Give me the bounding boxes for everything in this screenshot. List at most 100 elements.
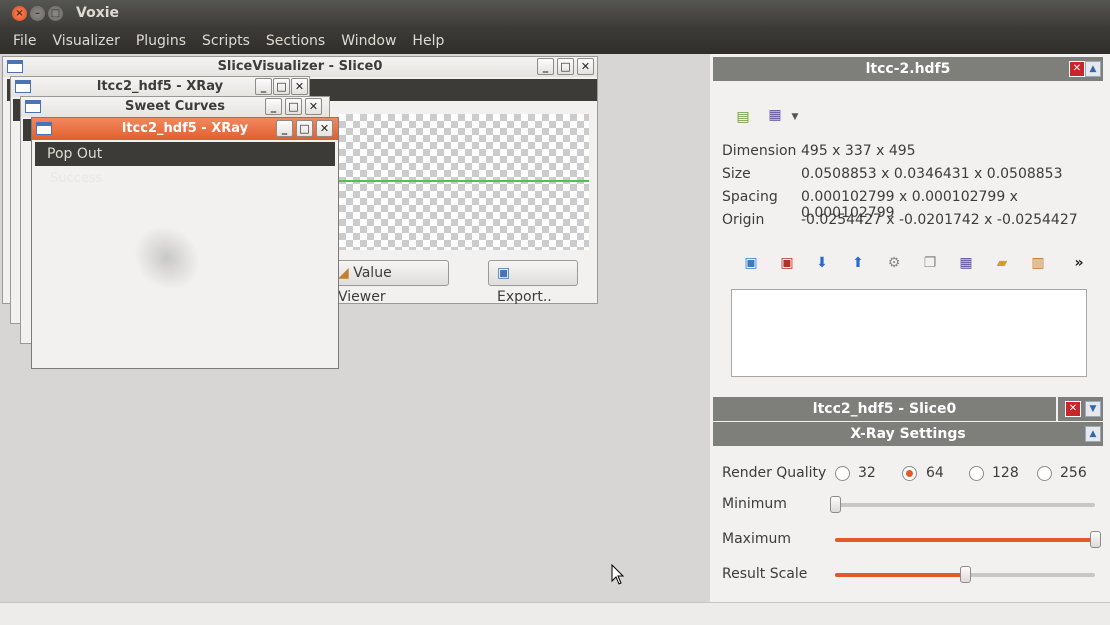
gear-icon[interactable]: ⚙	[885, 254, 903, 272]
radio-64-label: 64	[926, 465, 944, 481]
mouse-cursor-icon	[611, 564, 625, 585]
pop-out-label: Pop Out	[47, 146, 103, 162]
export-label: Export..	[497, 289, 552, 305]
new-file-icon[interactable]: ▤	[734, 108, 752, 126]
prop-value-origin: -0.0254427 x -0.0201742 x -0.0254427	[801, 212, 1078, 228]
menu-help[interactable]: Help	[404, 33, 452, 49]
close-icon[interactable]: ✕	[1069, 61, 1085, 77]
radio-128-label: 128	[992, 465, 1019, 481]
save-icon[interactable]: ▦	[957, 254, 975, 272]
radio-32[interactable]	[835, 466, 850, 481]
window-maximize-button[interactable]: □	[48, 6, 63, 21]
slice-panel-controls: ✕ ▼	[1058, 397, 1103, 421]
result-scale-label: Result Scale	[722, 566, 808, 582]
close-icon[interactable]: ✕	[291, 78, 308, 95]
close-icon[interactable]: ✕	[1065, 401, 1081, 417]
minimize-icon[interactable]: _	[265, 98, 282, 115]
window-icon	[36, 122, 52, 135]
prop-label-spacing: Spacing	[722, 189, 778, 205]
slider-fill	[835, 573, 965, 577]
app-title: Voxie	[76, 5, 120, 21]
export-button[interactable]: ▣ Export..	[488, 260, 578, 305]
window-icon	[15, 80, 31, 93]
window-minimize-button[interactable]: –	[30, 6, 45, 21]
sweet-curves-title[interactable]: Sweet Curves	[21, 97, 329, 117]
export-icon: ▣	[497, 265, 511, 281]
chevron-down-icon[interactable]: ▼	[786, 108, 804, 126]
maximize-icon[interactable]: □	[273, 78, 290, 95]
xray-settings-header[interactable]: X-Ray Settings ▲	[713, 422, 1103, 446]
arrow-down-icon[interactable]: ⬇	[813, 254, 831, 272]
radio-256-label: 256	[1060, 465, 1087, 481]
add-slice-icon[interactable]: ▣	[742, 254, 760, 272]
xray-settings-title: X-Ray Settings	[850, 426, 966, 442]
menu-window[interactable]: Window	[333, 33, 404, 49]
minimize-icon[interactable]: _	[276, 120, 293, 137]
minimize-icon[interactable]: _	[255, 78, 272, 95]
slider-handle[interactable]	[960, 566, 971, 583]
result-scale-slider[interactable]	[835, 566, 1095, 583]
prop-value-size: 0.0508853 x 0.0346431 x 0.0508853	[801, 166, 1063, 182]
slice-list[interactable]	[731, 289, 1087, 377]
dataset-panel-title: ltcc-2.hdf5	[865, 61, 951, 77]
title-bar: × – □ Voxie	[0, 0, 1110, 28]
menu-file[interactable]: File	[0, 33, 44, 49]
arrow-up-icon[interactable]: ⬆	[849, 254, 867, 272]
more-icon[interactable]: »	[1070, 254, 1088, 272]
save-icon[interactable]: ▦	[766, 106, 784, 124]
remove-slice-icon[interactable]: ▣	[778, 254, 796, 272]
slice-canvas[interactable]	[339, 114, 589, 250]
pop-out-menu-item[interactable]: Pop Out	[35, 142, 335, 166]
xray-render-image	[120, 212, 214, 304]
slider-handle[interactable]	[1090, 531, 1101, 548]
window-close-button[interactable]: ×	[12, 6, 27, 21]
minimize-icon[interactable]: _	[537, 58, 554, 75]
render-quality-label: Render Quality	[722, 465, 827, 481]
folder-icon[interactable]: ▰	[993, 254, 1011, 272]
minimum-label: Minimum	[722, 496, 787, 512]
slice-panel-title: ltcc2_hdf5 - Slice0	[812, 401, 957, 417]
slice-line	[339, 180, 589, 182]
status-text: Success	[50, 171, 103, 186]
menu-sections[interactable]: Sections	[258, 33, 333, 49]
slice-visualizer-title[interactable]: SliceVisualizer - Slice0	[3, 57, 597, 77]
menu-bar: File Visualizer Plugins Scripts Sections…	[0, 28, 1110, 54]
close-icon[interactable]: ✕	[305, 98, 322, 115]
radio-128[interactable]	[969, 466, 984, 481]
close-icon[interactable]: ✕	[316, 120, 333, 137]
window-icon	[25, 100, 41, 113]
close-icon[interactable]: ✕	[577, 58, 594, 75]
xray-front-window[interactable]: ltcc2_hdf5 - XRay _ □ ✕ Pop Out Success	[31, 117, 339, 369]
copy-icon[interactable]: ❐	[921, 254, 939, 272]
value-viewer-button[interactable]: ◢ Value Viewer	[329, 260, 449, 305]
prop-value-dimension: 495 x 337 x 495	[801, 143, 916, 159]
collapse-icon[interactable]: ▲	[1085, 61, 1101, 77]
dock-panel: ltcc-2.hdf5 ✕ ▲ ▤ ▦ ▼ Dimension 495 x 33…	[710, 54, 1110, 602]
menu-plugins[interactable]: Plugins	[128, 33, 194, 49]
collapse-icon[interactable]: ▲	[1085, 426, 1101, 442]
dataset-panel-header[interactable]: ltcc-2.hdf5 ✕ ▲	[713, 57, 1103, 81]
maximum-label: Maximum	[722, 531, 791, 547]
maximize-icon[interactable]: □	[285, 98, 302, 115]
radio-32-label: 32	[858, 465, 876, 481]
archive-icon[interactable]: ▥	[1029, 254, 1047, 272]
slice-panel-header[interactable]: ltcc2_hdf5 - Slice0	[713, 397, 1056, 421]
slider-fill	[835, 538, 1095, 542]
maximize-icon[interactable]: □	[296, 120, 313, 137]
prop-label-dimension: Dimension	[722, 143, 797, 159]
mdi-area: SliceVisualizer - Slice0 _ □ ✕ ◢ Value V…	[0, 54, 710, 602]
maximum-slider[interactable]	[835, 531, 1101, 548]
radio-256[interactable]	[1037, 466, 1052, 481]
minimum-slider[interactable]	[830, 496, 1095, 513]
slider-handle[interactable]	[830, 496, 841, 513]
menu-scripts[interactable]: Scripts	[194, 33, 258, 49]
maximize-icon[interactable]: □	[557, 58, 574, 75]
window-icon	[7, 60, 23, 73]
prop-label-size: Size	[722, 166, 751, 182]
status-bar	[0, 602, 1110, 625]
ruler-icon: ◢	[338, 265, 349, 281]
radio-64[interactable]	[902, 466, 917, 481]
menu-visualizer[interactable]: Visualizer	[44, 33, 127, 49]
expand-icon[interactable]: ▼	[1085, 401, 1101, 417]
prop-label-origin: Origin	[722, 212, 765, 228]
